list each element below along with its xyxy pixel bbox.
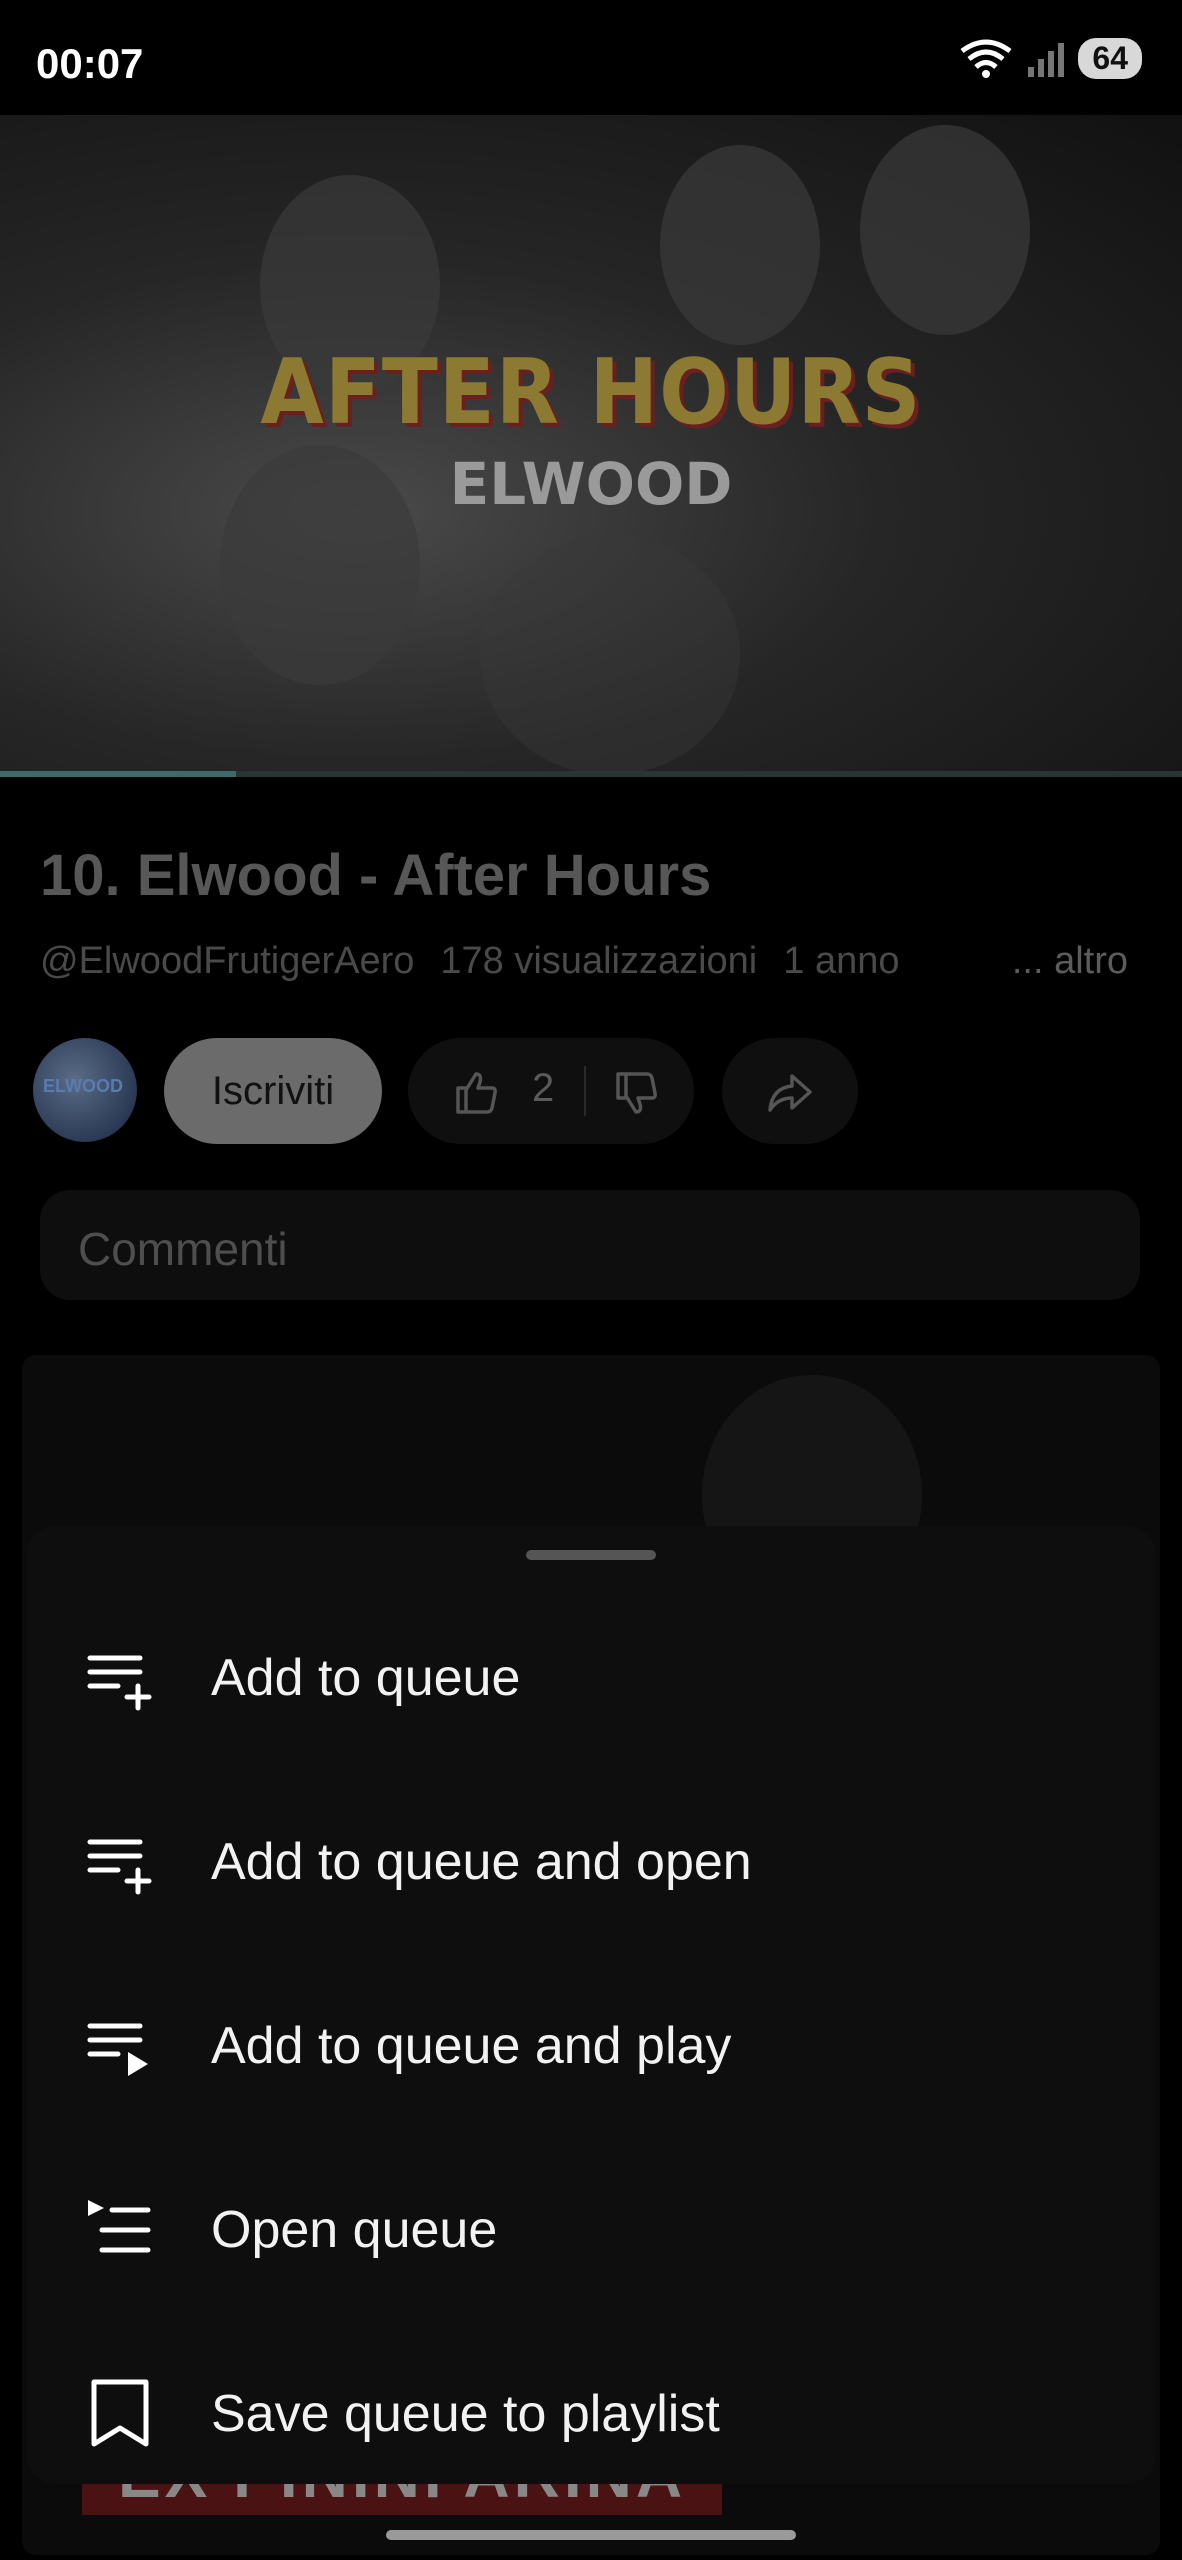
avatar-text: ELWOOD — [43, 1076, 123, 1096]
bookmark-icon — [91, 2379, 149, 2447]
queue-add-icon — [87, 1655, 152, 1711]
status-bar: 00:07 64 — [0, 0, 1182, 115]
channel-handle[interactable]: @ElwoodFrutigerAero — [40, 940, 414, 982]
menu-item-label: Add to queue and play — [211, 2017, 732, 2075]
menu-item-add-to-queue-and-play[interactable]: Add to queue and play — [26, 1954, 1156, 2138]
status-time: 00:07 — [36, 40, 144, 87]
wifi-icon — [960, 39, 1012, 78]
open-queue-icon — [88, 2200, 151, 2253]
view-count: 178 visualizzazioni — [440, 940, 758, 982]
queue-options-sheet: Add to queue Add to queue and open Add t… — [26, 1526, 1156, 2484]
home-indicator[interactable] — [386, 2530, 796, 2540]
video-meta: @ElwoodFrutigerAero 178 visualizzazioni 1 … — [40, 940, 1140, 983]
video-figure — [860, 125, 1030, 335]
signal-icon — [1028, 42, 1065, 77]
thumbs-down-icon[interactable] — [612, 1070, 660, 1118]
menu-item-add-to-queue[interactable]: Add to queue — [26, 1586, 1156, 1770]
video-player[interactable]: AFTER HOURS ELWOOD — [0, 115, 1182, 775]
more-link[interactable]: ... altro — [1001, 940, 1128, 983]
menu-item-label: Save queue to playlist — [211, 2385, 720, 2443]
channel-avatar[interactable]: ELWOOD — [33, 1038, 137, 1142]
share-icon — [768, 1074, 812, 1112]
video-figure — [660, 145, 820, 345]
menu-item-save-queue-to-playlist[interactable]: Save queue to playlist — [26, 2322, 1156, 2506]
sheet-drag-handle[interactable] — [526, 1550, 656, 1560]
video-progress-fill — [0, 771, 237, 777]
queue-add-icon — [87, 1839, 152, 1895]
queue-play-icon — [87, 2023, 148, 2076]
upload-age: 1 anno — [783, 940, 900, 982]
thumbs-up-icon[interactable] — [452, 1068, 500, 1116]
video-overlay-title: AFTER HOURS — [260, 340, 922, 445]
subscribe-button[interactable]: Iscriviti — [164, 1038, 382, 1144]
video-title: 10. Elwood - After Hours — [40, 843, 712, 908]
pill-divider — [584, 1066, 586, 1116]
video-figure — [480, 535, 740, 775]
video-overlay-artist: ELWOOD — [449, 450, 733, 518]
comments-label: Commenti — [78, 1223, 288, 1275]
menu-item-add-to-queue-and-open[interactable]: Add to queue and open — [26, 1770, 1156, 1954]
menu-item-label: Open queue — [211, 2201, 498, 2259]
share-button[interactable] — [722, 1038, 858, 1144]
menu-item-label: Add to queue — [211, 1649, 521, 1707]
video-progress-bar[interactable] — [0, 771, 1182, 777]
battery-indicator: 64 — [1078, 38, 1142, 79]
menu-item-label: Add to queue and open — [211, 1833, 752, 1891]
status-icons: 64 — [958, 38, 1142, 79]
like-dislike-pill: 2 — [408, 1038, 694, 1144]
menu-item-open-queue[interactable]: Open queue — [26, 2138, 1156, 2322]
like-count: 2 — [532, 1066, 555, 1110]
comments-section[interactable]: Commenti — [40, 1190, 1140, 1300]
